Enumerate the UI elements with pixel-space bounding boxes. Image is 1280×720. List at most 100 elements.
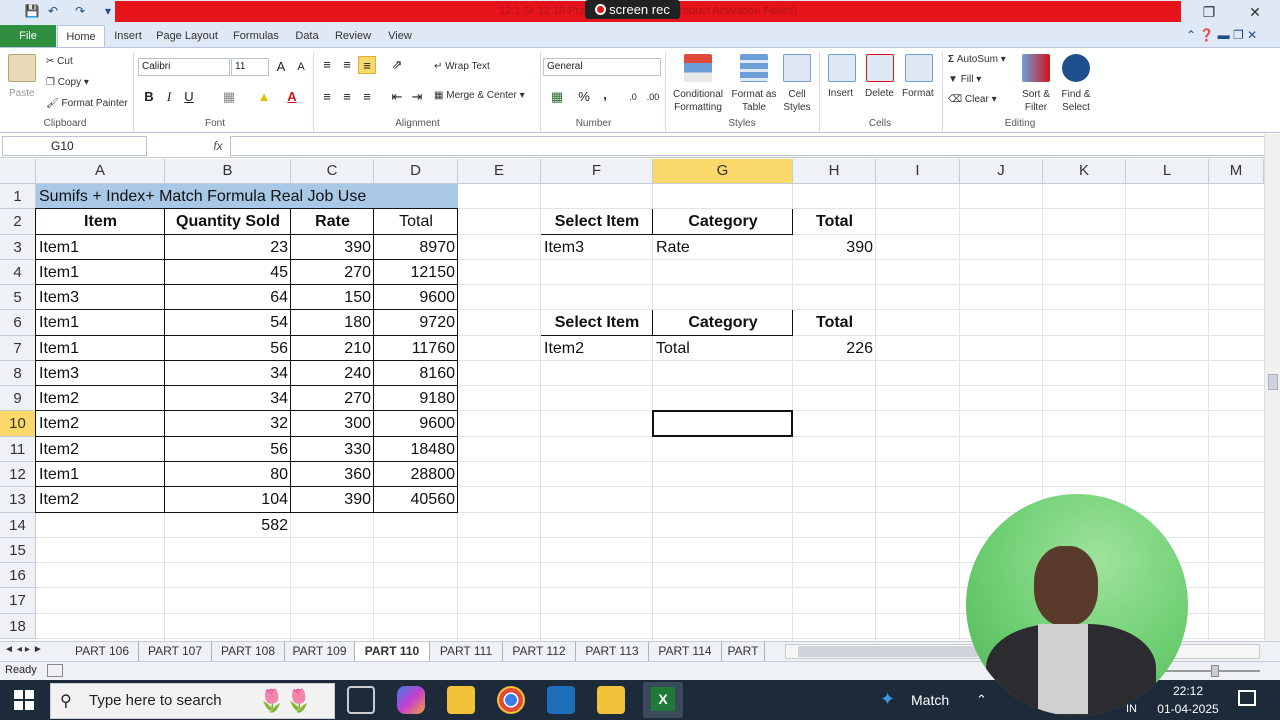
conditional-formatting-icon[interactable] [684, 54, 712, 82]
sheet-tab[interactable]: PART 106 [66, 642, 139, 661]
rate-cell[interactable]: 270 [291, 386, 374, 411]
borders-icon[interactable]: ▦ [220, 88, 238, 106]
save-icon[interactable]: 💾 [24, 3, 40, 19]
folder-icon[interactable] [597, 686, 625, 714]
item-cell[interactable]: Item2 [36, 487, 165, 512]
column-header-j[interactable]: J [960, 159, 1043, 184]
row-header-3[interactable]: 3 [0, 235, 36, 260]
sheet-tab[interactable]: PART 114 [649, 642, 722, 661]
find-select-button[interactable]: Find & Select [1057, 88, 1095, 114]
total-cell[interactable]: 9600 [374, 285, 458, 310]
rate-cell[interactable]: 180 [291, 310, 374, 335]
lookup2-category[interactable]: Total [653, 336, 793, 361]
row-header-15[interactable]: 15 [0, 538, 36, 563]
header-rate[interactable]: Rate [291, 209, 374, 234]
column-header-e[interactable]: E [458, 159, 541, 184]
tab-view[interactable]: View [384, 25, 416, 47]
header-total[interactable]: Total [374, 209, 458, 234]
file-explorer-icon[interactable] [447, 686, 475, 714]
row-header-8[interactable]: 8 [0, 361, 36, 386]
active-cell-selection[interactable] [652, 410, 793, 437]
vertical-scroll-thumb[interactable] [1268, 374, 1278, 390]
comma-button[interactable]: , [596, 86, 614, 104]
close-icon[interactable]: ✕ [1244, 3, 1266, 21]
row-header-7[interactable]: 7 [0, 336, 36, 361]
lookup1-category[interactable]: Rate [653, 235, 793, 260]
lookup1-result[interactable]: 390 [793, 235, 876, 260]
row-header-1[interactable]: 1 [0, 184, 36, 209]
italic-button[interactable]: I [160, 88, 178, 106]
item-cell[interactable]: Item2 [36, 437, 165, 462]
row-header-5[interactable]: 5 [0, 285, 36, 310]
sheet-tab[interactable]: PART 109 [285, 642, 355, 661]
delete-cells-icon[interactable] [866, 54, 894, 82]
row-header-9[interactable]: 9 [0, 386, 36, 411]
format-painter-button[interactable]: 🖌 Format Painter [46, 98, 128, 109]
column-header-c[interactable]: C [291, 159, 374, 184]
align-middle-icon[interactable]: ≡ [338, 56, 356, 74]
total-cell[interactable]: 28800 [374, 462, 458, 487]
row-header-16[interactable]: 16 [0, 563, 36, 588]
sheet-tab[interactable]: PART 110 [355, 642, 430, 661]
app-icon[interactable] [547, 686, 575, 714]
vertical-scrollbar[interactable] [1264, 134, 1280, 641]
name-box[interactable]: G10 [2, 136, 147, 156]
row-header-13[interactable]: 13 [0, 487, 36, 513]
sort-filter-button[interactable]: Sort & Filter [1018, 88, 1054, 114]
column-header-f[interactable]: F [541, 159, 653, 184]
format-as-table-icon[interactable] [740, 54, 768, 82]
font-color-icon[interactable]: A [283, 88, 301, 106]
delete-cells-button[interactable]: Delete [865, 88, 894, 99]
row-header-6[interactable]: 6 [0, 310, 36, 336]
total-cell[interactable]: 40560 [374, 487, 458, 512]
row-header-12[interactable]: 12 [0, 462, 36, 487]
lookup1-header-total[interactable]: Total [793, 209, 876, 234]
shrink-font-button[interactable]: A [292, 58, 310, 76]
chrome-icon[interactable] [497, 686, 525, 714]
rate-cell[interactable]: 360 [291, 462, 374, 487]
lookup1-select-item[interactable]: Item3 [541, 235, 653, 260]
customize-qat-icon[interactable]: ▾ [100, 3, 116, 19]
fill-color-icon[interactable]: ▲ [255, 88, 273, 106]
bold-button[interactable]: B [140, 88, 158, 106]
select-all-corner[interactable] [0, 159, 36, 184]
macro-record-icon[interactable] [47, 664, 63, 677]
quantity-cell[interactable]: 34 [165, 386, 291, 411]
copy-button[interactable]: ❐ Copy ▾ [46, 77, 89, 88]
column-header-g[interactable]: G [653, 159, 793, 184]
quantity-cell[interactable]: 104 [165, 487, 291, 512]
lookup2-select-item[interactable]: Item2 [541, 336, 653, 361]
help-icon[interactable]: ⌃ ❓ ▬ ❐ ✕ [1186, 28, 1276, 44]
format-cells-icon[interactable] [905, 54, 933, 82]
orientation-icon[interactable]: ⇗ [388, 56, 406, 74]
tab-home[interactable]: Home [57, 25, 105, 47]
increase-indent-icon[interactable]: ⇥ [408, 88, 426, 106]
quantity-cell[interactable]: 23 [165, 235, 291, 260]
sort-filter-icon[interactable] [1022, 54, 1050, 82]
rate-cell[interactable]: 210 [291, 336, 374, 361]
row-header-10[interactable]: 10 [0, 411, 36, 437]
column-header-i[interactable]: I [876, 159, 960, 184]
total-cell[interactable]: 12150 [374, 260, 458, 285]
lookup2-header-select-item[interactable]: Select Item [541, 310, 653, 335]
rate-cell[interactable]: 240 [291, 361, 374, 386]
rate-cell[interactable]: 270 [291, 260, 374, 285]
percent-button[interactable]: % [575, 88, 593, 106]
quantity-sum-cell[interactable]: 582 [165, 513, 291, 538]
column-header-h[interactable]: H [793, 159, 876, 184]
quantity-cell[interactable]: 80 [165, 462, 291, 487]
tab-file[interactable]: File [0, 25, 56, 47]
lookup2-header-total[interactable]: Total [793, 310, 876, 335]
clock-date[interactable]: 01-04-2025 [1152, 702, 1224, 716]
rate-cell[interactable]: 150 [291, 285, 374, 310]
tab-formulas[interactable]: Formulas [229, 25, 283, 47]
item-cell[interactable]: Item1 [36, 235, 165, 260]
rate-cell[interactable]: 390 [291, 487, 374, 512]
lookup2-result[interactable]: 226 [793, 336, 876, 361]
tab-page-layout[interactable]: Page Layout [153, 25, 221, 47]
format-cells-button[interactable]: Format [902, 88, 934, 99]
sheet-nav-arrows-icon[interactable]: ◄◂▸► [4, 644, 64, 659]
autosum-button[interactable]: Σ AutoSum ▾ [948, 54, 1006, 65]
merge-center-button[interactable]: ▦ Merge & Center ▾ [434, 90, 525, 101]
tab-review[interactable]: Review [331, 25, 375, 47]
